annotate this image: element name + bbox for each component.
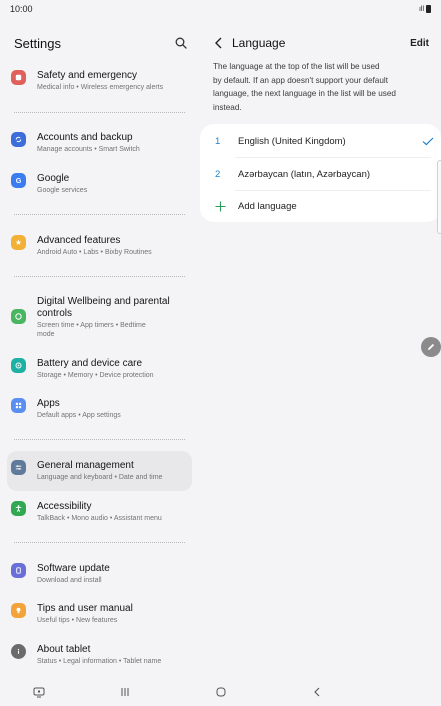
language-list: 1 English (United Kingdom) 2 Azərbaycan …: [200, 124, 441, 222]
battery-icon: [426, 5, 431, 13]
add-language-button[interactable]: Add language: [200, 190, 441, 222]
menu-subtitle: Google services: [37, 187, 88, 194]
taskbar-icon: [33, 687, 45, 697]
settings-item-digital-wellbeing[interactable]: Digital Wellbeing and parental controls …: [7, 296, 192, 339]
settings-item-tips-manual[interactable]: Tips and user manual Useful tips • New f…: [7, 603, 192, 625]
settings-item-accessibility[interactable]: Accessibility TalkBack • Mono audio • As…: [7, 501, 192, 523]
language-description: The language at the top of the list will…: [198, 60, 441, 114]
menu-subtitle: Medical info • Wireless emergency alerts: [37, 84, 164, 91]
edit-button[interactable]: Edit: [410, 38, 429, 49]
recent-apps-tray-button[interactable]: [27, 680, 51, 704]
settings-item-general-management[interactable]: General management Language and keyboard…: [7, 451, 192, 491]
page-title: Settings: [14, 35, 61, 51]
language-number: 1: [215, 135, 221, 147]
page-title: Language: [232, 36, 286, 50]
menu-title: Google: [37, 173, 70, 184]
sliders-icon: [11, 460, 26, 475]
menu-title: Safety and emergency: [37, 70, 138, 81]
status-icons: ıll: [419, 5, 431, 13]
apps-icon: [11, 398, 26, 413]
pencil-icon: [428, 343, 435, 350]
signal-icon: ıll: [418, 5, 424, 13]
back-icon: [314, 687, 320, 697]
info-icon: [11, 644, 26, 659]
menu-title: Accessibility: [37, 501, 92, 512]
menu-title-line1: Digital Wellbeing and parental: [37, 296, 170, 307]
menu-title: Accounts and backup: [37, 132, 133, 143]
star-icon: [11, 235, 26, 250]
back-button[interactable]: [210, 35, 226, 51]
divider: [14, 542, 185, 543]
settings-item-accounts-backup[interactable]: Accounts and backup Manage accounts • Sm…: [7, 132, 192, 154]
menu-subtitle: Download and install: [37, 577, 102, 584]
menu-subtitle-line2: mode: [37, 331, 55, 338]
menu-title-line2: controls: [37, 308, 73, 319]
plus-icon: [215, 201, 238, 212]
divider: [14, 439, 185, 440]
home-icon: [216, 687, 226, 697]
sync-icon: [11, 132, 26, 147]
language-name: Azərbaycan (latın, Azərbaycan): [238, 168, 371, 180]
menu-title: General management: [37, 460, 134, 471]
divider: [14, 276, 185, 277]
settings-pane: Settings Safety and emergency Medical in…: [0, 18, 198, 678]
heart-icon: [11, 309, 26, 324]
menu-title: Tips and user manual: [37, 603, 133, 614]
menu-subtitle-line1: Screen time • App timers • Bedtime: [37, 322, 146, 329]
settings-item-advanced-features[interactable]: Advanced features Android Auto • Labs • …: [7, 235, 192, 257]
menu-title: Advanced features: [37, 235, 121, 246]
menu-title: Apps: [37, 398, 60, 409]
status-bar: 10:00 ıll: [0, 0, 441, 18]
menu-subtitle: Storage • Memory • Device protection: [37, 372, 154, 379]
description-line: The language at the top of the list will…: [213, 62, 380, 71]
menu-title: About tablet: [37, 644, 91, 655]
navigation-bar: [0, 678, 441, 706]
recent-apps-icon: [121, 688, 129, 696]
svg-text:G: G: [16, 176, 22, 185]
home-button[interactable]: [209, 680, 233, 704]
description-line: instead.: [213, 102, 242, 112]
language-row-1[interactable]: 1 English (United Kingdom): [200, 125, 441, 157]
recent-apps-button[interactable]: [113, 680, 137, 704]
menu-subtitle: Default apps • App settings: [37, 412, 121, 419]
status-time: 10:00: [10, 4, 33, 14]
search-icon: [175, 37, 187, 49]
accessibility-icon: [11, 501, 26, 516]
menu-subtitle: Status • Legal information • Tablet name: [37, 658, 162, 665]
scroll-handle[interactable]: [437, 160, 441, 234]
divider: [14, 214, 185, 215]
language-row-2[interactable]: 2 Azərbaycan (latın, Azərbaycan): [200, 158, 441, 190]
add-language-label: Add language: [238, 200, 297, 212]
chevron-left-icon: [214, 37, 221, 49]
settings-item-software-update[interactable]: Software update Download and install: [7, 563, 192, 585]
menu-subtitle: Android Auto • Labs • Bixby Routines: [37, 249, 152, 256]
description-line: by default. If an app doesn't support yo…: [213, 75, 388, 85]
search-button[interactable]: [171, 33, 191, 53]
menu-title: Software update: [37, 563, 110, 574]
menu-subtitle: TalkBack • Mono audio • Assistant menu: [37, 515, 162, 522]
settings-item-battery-device-care[interactable]: Battery and device care Storage • Memory…: [7, 358, 192, 380]
menu-subtitle: Useful tips • New features: [37, 617, 118, 624]
divider: [14, 112, 185, 113]
google-icon: G: [11, 173, 26, 188]
check-icon: [417, 137, 439, 146]
menu-title: Battery and device care: [37, 358, 143, 369]
language-number: 2: [215, 168, 221, 180]
floating-edit-button[interactable]: [421, 337, 441, 357]
update-icon: [11, 563, 26, 578]
language-pane: Language Edit The language at the top of…: [198, 18, 441, 678]
description-line: language, the next language in the list …: [213, 89, 396, 98]
settings-item-google[interactable]: G Google Google services: [7, 173, 192, 195]
settings-header: Settings: [0, 18, 198, 68]
language-name: English (United Kingdom): [238, 135, 346, 147]
menu-subtitle: Manage accounts • Smart Switch: [37, 146, 140, 153]
settings-item-apps[interactable]: Apps Default apps • App settings: [7, 398, 192, 420]
menu-subtitle: Language and keyboard • Date and time: [37, 474, 163, 481]
battery-care-icon: [11, 358, 26, 373]
bulb-icon: [11, 603, 26, 618]
alert-icon: [11, 70, 26, 85]
settings-item-safety-emergency[interactable]: Safety and emergency Medical info • Wire…: [7, 70, 192, 92]
settings-item-about-tablet[interactable]: About tablet Status • Legal information …: [7, 644, 192, 666]
back-nav-button[interactable]: [305, 680, 329, 704]
